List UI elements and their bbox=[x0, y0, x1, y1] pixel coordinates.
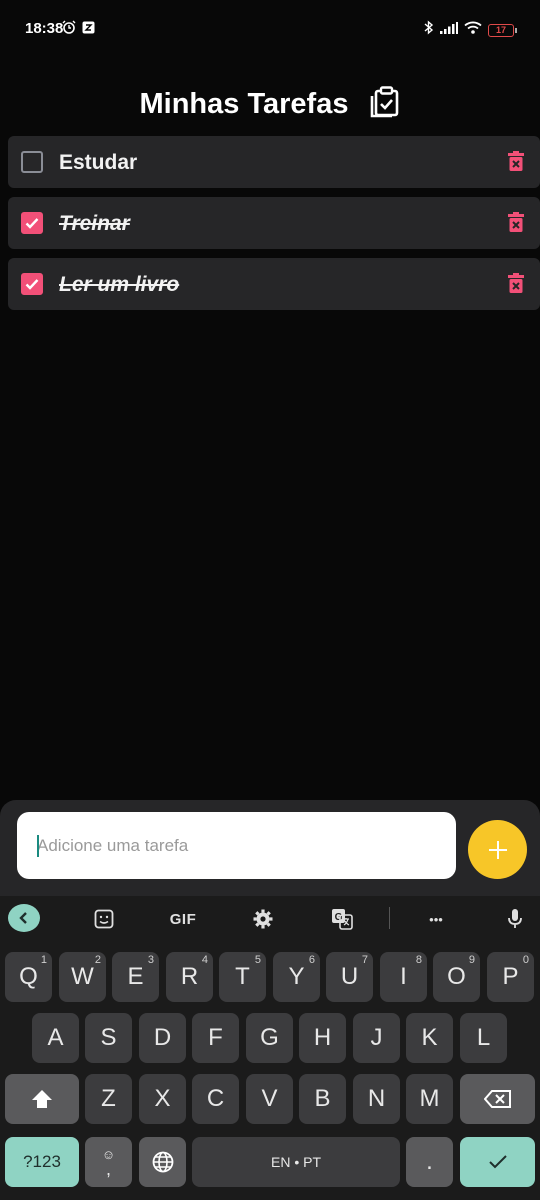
key-l[interactable]: L bbox=[460, 1013, 507, 1063]
status-time: 18:38 bbox=[25, 20, 64, 37]
backspace-icon bbox=[483, 1090, 511, 1108]
key-x[interactable]: X bbox=[139, 1074, 186, 1124]
space-key[interactable]: EN • PT bbox=[192, 1137, 400, 1187]
key-z[interactable]: Z bbox=[85, 1074, 132, 1124]
key-e[interactable]: E3 bbox=[112, 952, 159, 1002]
emoji-comma-key[interactable]: ☺ , bbox=[85, 1137, 132, 1187]
toolbar-divider bbox=[389, 907, 390, 929]
task-checkbox[interactable] bbox=[21, 212, 43, 234]
notification-app-icon bbox=[82, 21, 95, 39]
key-n[interactable]: N bbox=[353, 1074, 400, 1124]
trash-icon[interactable] bbox=[508, 273, 524, 298]
key-t[interactable]: T5 bbox=[219, 952, 266, 1002]
alarm-icon bbox=[62, 20, 76, 39]
task-checkbox[interactable] bbox=[21, 151, 43, 173]
soft-keyboard: GIF G ••• Q1 W2 E3 R4 T5 Y6 U7 I8 O9 P0 … bbox=[0, 896, 540, 1200]
signal-icon bbox=[440, 21, 458, 39]
key-y[interactable]: Y6 bbox=[273, 952, 320, 1002]
key-g[interactable]: G bbox=[246, 1013, 293, 1063]
app-header: Minhas Tarefas bbox=[0, 84, 540, 124]
key-m[interactable]: M bbox=[406, 1074, 453, 1124]
key-a[interactable]: A bbox=[32, 1013, 79, 1063]
key-o[interactable]: O9 bbox=[433, 952, 480, 1002]
task-input[interactable] bbox=[17, 812, 456, 879]
key-b[interactable]: B bbox=[299, 1074, 346, 1124]
backspace-key[interactable] bbox=[460, 1074, 535, 1124]
language-key[interactable] bbox=[139, 1137, 186, 1187]
shift-arrow-icon bbox=[32, 1090, 52, 1108]
clipboard-check-icon bbox=[370, 85, 400, 123]
key-v[interactable]: V bbox=[246, 1074, 293, 1124]
wifi-icon bbox=[464, 21, 482, 39]
key-i[interactable]: I8 bbox=[380, 952, 427, 1002]
gear-icon[interactable] bbox=[251, 905, 275, 933]
gif-button[interactable]: GIF bbox=[166, 905, 200, 933]
key-f[interactable]: F bbox=[192, 1013, 239, 1063]
key-d[interactable]: D bbox=[139, 1013, 186, 1063]
key-p[interactable]: P0 bbox=[487, 952, 534, 1002]
plus-icon bbox=[488, 840, 507, 859]
task-label: Treinar bbox=[59, 212, 130, 235]
trash-icon[interactable] bbox=[508, 151, 524, 176]
sticker-icon[interactable] bbox=[92, 905, 116, 933]
task-item[interactable]: Treinar bbox=[8, 197, 540, 249]
key-k[interactable]: K bbox=[406, 1013, 453, 1063]
key-q[interactable]: Q1 bbox=[5, 952, 52, 1002]
check-icon bbox=[488, 1155, 507, 1169]
symbols-key[interactable]: ?123 bbox=[5, 1137, 79, 1187]
page-title: Minhas Tarefas bbox=[139, 87, 349, 120]
shift-key[interactable] bbox=[5, 1074, 79, 1124]
add-task-button[interactable] bbox=[468, 820, 527, 879]
battery-icon: 17 bbox=[488, 23, 517, 37]
task-item[interactable]: Estudar bbox=[8, 136, 540, 188]
more-icon[interactable]: ••• bbox=[422, 905, 450, 933]
translate-icon[interactable]: G bbox=[330, 905, 354, 933]
status-bar: 18:38 17 bbox=[0, 0, 540, 60]
task-item[interactable]: Ler um livro bbox=[8, 258, 540, 310]
key-c[interactable]: C bbox=[192, 1074, 239, 1124]
key-u[interactable]: U7 bbox=[326, 952, 373, 1002]
trash-icon[interactable] bbox=[508, 212, 524, 237]
add-task-bar bbox=[0, 800, 540, 896]
task-list: Estudar Treinar Ler um livro bbox=[8, 136, 540, 319]
chevron-left-icon[interactable] bbox=[8, 904, 40, 932]
task-checkbox[interactable] bbox=[21, 273, 43, 295]
key-h[interactable]: H bbox=[299, 1013, 346, 1063]
key-j[interactable]: J bbox=[353, 1013, 400, 1063]
task-label: Ler um livro bbox=[59, 273, 180, 296]
key-r[interactable]: R4 bbox=[166, 952, 213, 1002]
key-s[interactable]: S bbox=[85, 1013, 132, 1063]
keyboard-toolbar: GIF G ••• bbox=[0, 896, 540, 942]
period-key[interactable]: . bbox=[406, 1137, 453, 1187]
key-w[interactable]: W2 bbox=[59, 952, 106, 1002]
text-cursor bbox=[37, 835, 39, 857]
bluetooth-icon bbox=[424, 20, 434, 40]
enter-key[interactable] bbox=[460, 1137, 535, 1187]
microphone-icon[interactable] bbox=[505, 905, 525, 933]
globe-icon bbox=[152, 1151, 173, 1173]
svg-text:G: G bbox=[335, 912, 343, 923]
task-label: Estudar bbox=[59, 151, 138, 174]
